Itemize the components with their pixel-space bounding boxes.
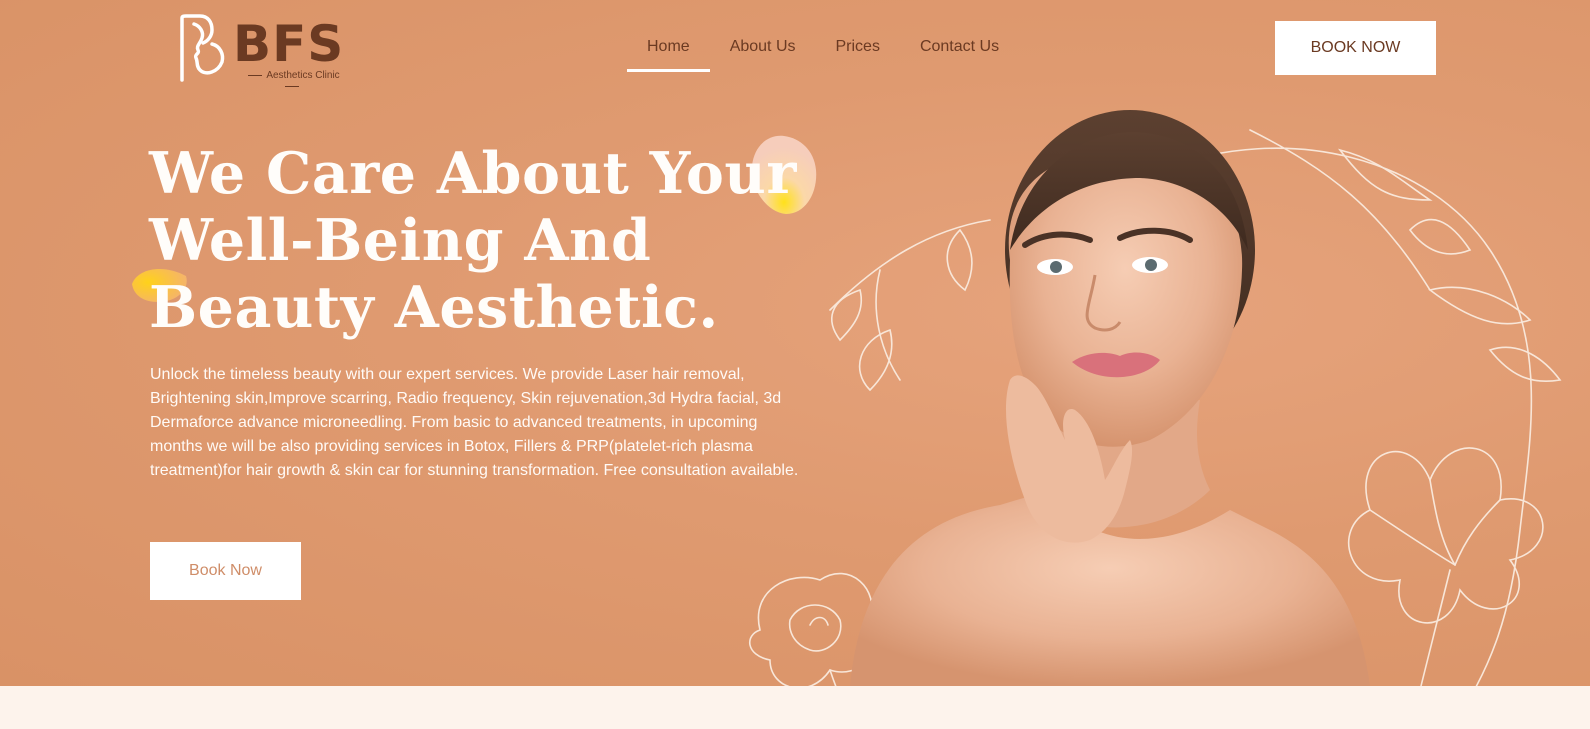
- brand-logo[interactable]: BFS Aesthetics Clinic: [178, 14, 358, 84]
- brand-name: BFS: [233, 15, 345, 73]
- hero-description: Unlock the timeless beauty with our expe…: [150, 366, 799, 479]
- main-navigation: Home About Us Prices Contact Us: [627, 30, 1019, 72]
- book-now-hero-button[interactable]: Book Now: [150, 542, 301, 600]
- nav-item-contact-us[interactable]: Contact Us: [900, 30, 1019, 72]
- brand-tagline: Aesthetics Clinic: [236, 70, 348, 92]
- hero-section: BFS Aesthetics Clinic Home About Us Pric…: [0, 0, 1590, 686]
- hero-headline-line: Well-Being And: [149, 207, 652, 274]
- nav-item-prices[interactable]: Prices: [816, 30, 900, 72]
- nav-item-home[interactable]: Home: [627, 30, 710, 72]
- hero-headline: We Care About Your Well-Being And Beauty…: [149, 140, 797, 341]
- face-silhouette-logo-icon: [180, 14, 225, 82]
- book-now-header-button[interactable]: BOOK NOW: [1275, 21, 1436, 75]
- model-portrait-image: [850, 110, 1370, 686]
- next-section-edge: [0, 686, 1590, 729]
- hero-headline-line: Beauty Aesthetic.: [149, 274, 719, 341]
- nav-item-about-us[interactable]: About Us: [710, 30, 816, 72]
- hero-headline-line: We Care About Your: [149, 140, 797, 207]
